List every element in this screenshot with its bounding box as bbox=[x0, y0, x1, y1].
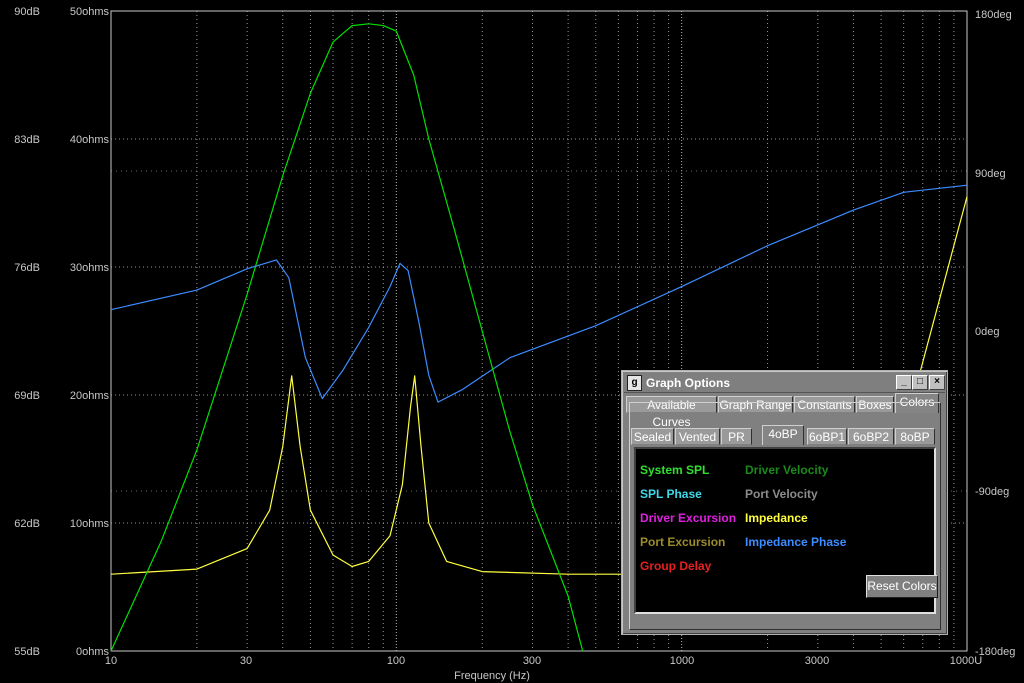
phase-tick-label: 0deg bbox=[975, 326, 999, 338]
frequency-tick-label: 100 bbox=[387, 655, 405, 667]
phase-tick-label: 90deg bbox=[975, 168, 1006, 180]
dialog-titlebar[interactable]: g Graph Options _ □ × bbox=[624, 373, 945, 393]
system-spl-curve bbox=[110, 23, 584, 652]
color-port-excursion[interactable]: Port Excursion bbox=[640, 535, 725, 549]
frequency-tick-label: 3000 bbox=[805, 655, 829, 667]
color-driver-velocity[interactable]: Driver Velocity bbox=[745, 463, 828, 477]
tab-8obp[interactable]: 8oBP bbox=[895, 428, 935, 445]
phase-tick-label: 180deg bbox=[975, 9, 1012, 21]
spl-tick-label: 55dB bbox=[14, 646, 40, 658]
tab-vented[interactable]: Vented bbox=[675, 428, 720, 445]
tab-6obp1[interactable]: 6oBP1 bbox=[807, 428, 847, 445]
frequency-tick-label: 300 bbox=[523, 655, 541, 667]
spl-tick-label: 69dB bbox=[14, 390, 40, 402]
dialog-title: Graph Options bbox=[646, 376, 730, 390]
sub-tab-row: Sealed Vented PR 4oBP 6oBP1 6oBP2 8oBP bbox=[631, 425, 936, 447]
color-spl-phase[interactable]: SPL Phase bbox=[640, 487, 702, 501]
reset-colors-button[interactable]: Reset Colors bbox=[866, 575, 938, 598]
spl-tick-label: 62dB bbox=[14, 518, 40, 530]
maximize-button[interactable]: □ bbox=[912, 375, 928, 390]
app-icon[interactable]: g bbox=[627, 375, 642, 391]
tab-6obp2[interactable]: 6oBP2 bbox=[848, 428, 894, 445]
tab-sealed[interactable]: Sealed bbox=[631, 428, 674, 445]
color-driver-excursion[interactable]: Driver Excursion bbox=[640, 511, 736, 525]
frequency-tick-label: 1000U bbox=[950, 655, 982, 667]
color-impedance[interactable]: Impedance bbox=[745, 511, 808, 525]
color-system-spl[interactable]: System SPL bbox=[640, 463, 709, 477]
spl-tick-label: 90dB bbox=[14, 6, 40, 18]
close-button[interactable]: × bbox=[929, 375, 945, 390]
impedance-tick-label: 10ohms bbox=[70, 518, 110, 530]
frequency-tick-label: 10 bbox=[105, 655, 117, 667]
color-port-velocity[interactable]: Port Velocity bbox=[745, 487, 818, 501]
phase-tick-label: -90deg bbox=[975, 486, 1009, 498]
impedance-tick-label: 40ohms bbox=[70, 134, 110, 146]
frequency-tick-label: 30 bbox=[240, 655, 252, 667]
impedance-tick-label: 30ohms bbox=[70, 262, 110, 274]
tab-pr[interactable]: PR bbox=[721, 428, 752, 445]
graph-options-dialog: g Graph Options _ □ × Available Curves G… bbox=[621, 370, 948, 635]
impedance-tick-label: 20ohms bbox=[70, 390, 110, 402]
spl-tick-label: 76dB bbox=[14, 262, 40, 274]
impedance-tick-label: 50ohms bbox=[70, 6, 110, 18]
color-impedance-phase[interactable]: Impedance Phase bbox=[745, 535, 846, 549]
color-swatch-area: System SPL Driver Velocity SPL Phase Por… bbox=[634, 447, 938, 614]
x-axis-title: Frequency (Hz) bbox=[454, 670, 530, 682]
tab-4obp[interactable]: 4oBP bbox=[762, 425, 804, 445]
spl-tick-label: 83dB bbox=[14, 134, 40, 146]
color-group-delay[interactable]: Group Delay bbox=[640, 559, 711, 573]
frequency-tick-label: 1000 bbox=[670, 655, 694, 667]
minimize-button[interactable]: _ bbox=[896, 375, 912, 390]
